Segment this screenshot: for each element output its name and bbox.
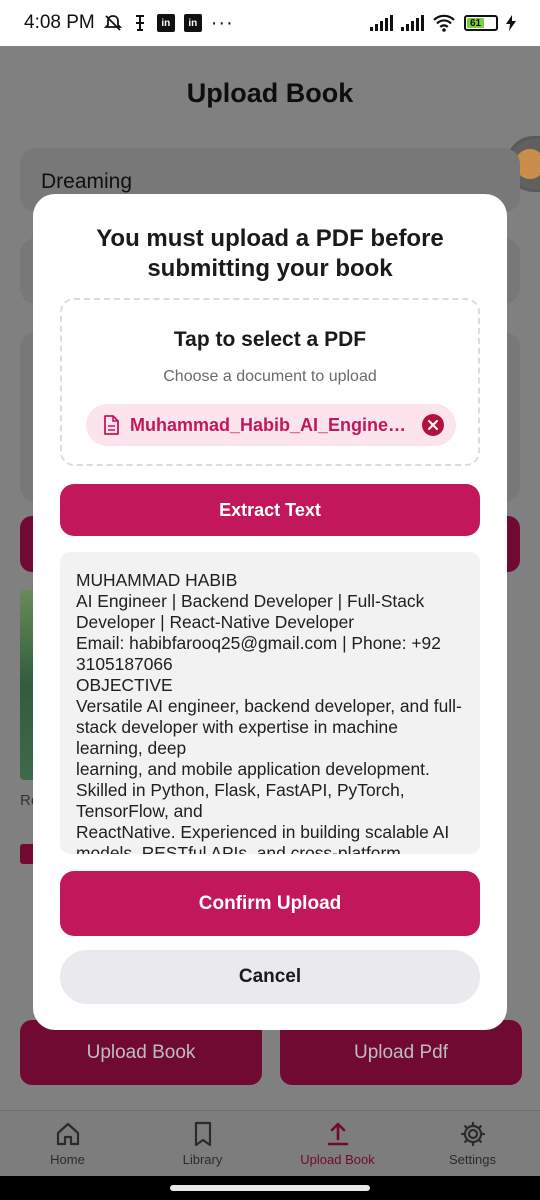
nav-item-home[interactable]: Home [0,1111,135,1176]
gear-icon [460,1121,485,1147]
dropzone-title: Tap to select a PDF [173,328,367,351]
nav-label-home: Home [50,1152,85,1167]
selected-file-chip: Muhammad_Habib_AI_Engineer.pdf [86,404,456,446]
upload-icon [327,1122,348,1146]
remove-file-button[interactable] [422,414,444,436]
page-title: Upload Book [186,78,354,108]
confirm-upload-button[interactable]: Confirm Upload [60,871,480,936]
alarm-icon [135,15,144,31]
nav-label-library: Library [182,1152,223,1167]
battery-level: 61 [467,18,485,29]
mute-icon [103,15,122,31]
home-icon [56,1122,79,1146]
battery-icon: 61 [464,15,498,31]
home-indicator[interactable] [170,1185,370,1191]
document-icon [104,415,119,435]
charging-icon [506,15,516,31]
bookmark-icon [194,1121,211,1147]
status-right-icons: 61 [370,14,516,32]
status-left-icons: in in ··· [103,12,234,35]
nav-item-upload-book[interactable]: Upload Book [270,1111,405,1176]
extracted-text-area[interactable]: MUHAMMAD HABIB AI Engineer | Backend Dev… [60,552,480,854]
nav-label-settings: Settings [449,1152,496,1167]
bottom-nav: Home Library Upload Book Settings [0,1110,540,1176]
signal-icon [370,15,393,31]
wifi-icon [433,14,455,32]
close-icon [428,420,438,430]
pdf-dropzone[interactable]: Tap to select a PDF Choose a document to… [60,298,480,466]
dropzone-subtitle: Choose a document to upload [163,368,377,385]
system-home-bar [0,1176,540,1200]
file-name: Muhammad_Habib_AI_Engineer.pdf [130,414,412,435]
nav-label-upload-book: Upload Book [300,1152,375,1167]
cancel-button[interactable]: Cancel [60,950,480,1004]
upload-pdf-modal: You must upload a PDF before submitting … [33,194,507,1030]
linkedin-icon: in [156,14,175,32]
book-title-value: Dreaming [41,170,133,193]
cover-image [20,590,34,780]
more-dots-icon: ··· [210,11,234,34]
extract-text-button[interactable]: Extract Text [60,484,480,536]
nav-item-settings[interactable]: Settings [405,1111,540,1176]
signal-icon [401,15,424,31]
nav-item-library[interactable]: Library [135,1111,270,1176]
status-bar: 4:08 PM in in ··· 61 [0,0,540,46]
status-time: 4:08 PM [24,12,95,33]
modal-title: You must upload a PDF before submitting … [96,225,444,282]
linkedin-icon: in [183,14,202,32]
